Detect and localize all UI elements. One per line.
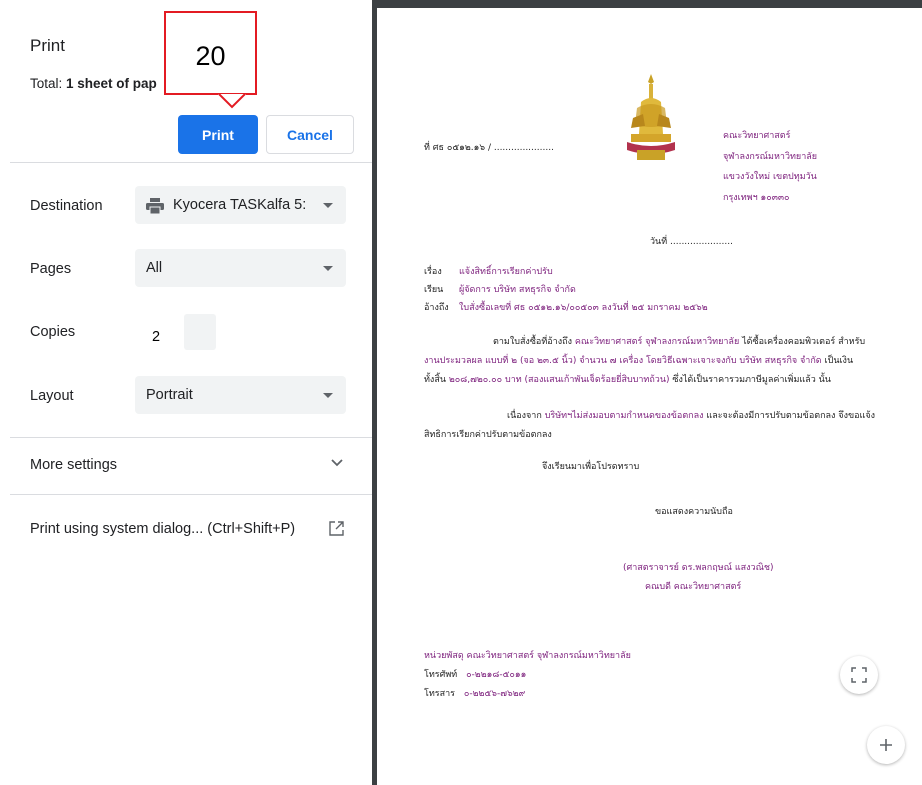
copies-input[interactable] (184, 314, 216, 350)
destination-value: Kyocera TASKalfa 5: (173, 197, 307, 213)
doc-para1-line3: ทั้งสิ้น ๒๐๘,๗๒๐.๐๐ บาท (สองแสนเก้าพันเจ… (424, 372, 831, 386)
destination-select[interactable]: Kyocera TASKalfa 5: (135, 186, 346, 224)
layout-select[interactable]: Portrait (135, 376, 346, 414)
doc-fax: โทรสาร ๐-๒๒๕๖-๗๖๒๙ (424, 686, 525, 700)
doc-signer-name: (ศาสตราจารย์ ดร.พลกฤษณ์ แสงวณิช) (623, 563, 774, 573)
pages-label: Pages (30, 261, 72, 277)
doc-to-label: เรียน (424, 285, 444, 295)
doc-text: เนื่องจาก (507, 411, 542, 421)
chevron-down-icon (331, 459, 343, 467)
doc-text: โทรสาร (424, 689, 455, 699)
doc-text: คณะวิทยาศาสตร์ จุฬาลงกรณ์มหาวิทยาลัย (574, 337, 740, 347)
doc-date: วันที่ ...................... (650, 237, 733, 247)
panel-title: Print (30, 36, 65, 55)
doc-text: ๐-๒๒๕๖-๗๖๒๙ (463, 689, 526, 699)
total-sheets: Total: 1 sheet of pap (30, 76, 157, 91)
cancel-button[interactable]: Cancel (266, 115, 354, 154)
divider (10, 494, 372, 495)
pages-select[interactable]: All (135, 249, 346, 287)
fit-to-page-button[interactable] (840, 656, 878, 694)
preview-border (372, 0, 922, 8)
doc-regards: ขอแสดงความนับถือ (655, 507, 733, 517)
doc-subject-label: เรื่อง (424, 267, 442, 277)
doc-ref-label: อ้างถึง (424, 303, 449, 313)
doc-subject: แจ้งสิทธิ์การเรียกค่าปรับ (459, 267, 553, 277)
system-dialog-link[interactable]: Print using system dialog... (Ctrl+Shift… (30, 521, 295, 537)
doc-text: โทรศัพท์ (424, 670, 458, 680)
more-settings-toggle[interactable]: More settings (0, 437, 372, 494)
annotation-number: 20 (195, 41, 226, 71)
divider (10, 162, 372, 163)
zoom-in-button[interactable] (867, 726, 905, 764)
doc-text: ตามใบสั่งซื้อที่อ้างถึง (493, 337, 572, 347)
open-external-icon (329, 521, 344, 536)
doc-to: ผู้จัดการ บริษัท สหธุรกิจ จำกัด (459, 285, 576, 295)
print-button[interactable]: Print (178, 115, 258, 154)
doc-org-line: คณะวิทยาศาสตร์ (723, 131, 791, 141)
more-settings-label: More settings (30, 457, 118, 473)
chevron-down-icon (323, 393, 333, 398)
chevron-down-icon (323, 266, 333, 271)
total-count: 1 sheet of pap (66, 76, 157, 91)
doc-text: ๒๐๘,๗๒๐.๐๐ บาท (สองแสนเก้าพันเจ็ดร้อยยี่… (448, 375, 670, 385)
plus-icon (880, 739, 892, 751)
printer-icon (146, 198, 164, 214)
doc-text: ซึ่งได้เป็นราคารวมภาษีมูลค่าเพิ่มแล้ว นั… (672, 375, 831, 385)
doc-text: งานประมวลผล แบบที่ ๒ (จอ ๒๓.๕ นิ้ว) จำนว… (424, 356, 822, 366)
doc-text: และจะต้องมีการปรับตามข้อตกลง จึงขอแจ้ง (706, 411, 875, 421)
callout-pointer (218, 94, 246, 109)
doc-org-line: แขวงวังใหม่ เขตปทุมวัน (723, 172, 817, 182)
layout-value: Portrait (146, 387, 193, 403)
doc-org-line: กรุงเทพฯ ๑๐๓๓๐ (723, 193, 790, 203)
pages-value: All (146, 260, 163, 276)
doc-org-line: จุฬาลงกรณ์มหาวิทยาลัย (723, 152, 818, 162)
doc-text: ทั้งสิ้น (424, 375, 446, 385)
fullscreen-icon (851, 667, 867, 683)
doc-signer-title: คณบดี คณะวิทยาศาสตร์ (645, 582, 742, 592)
university-emblem (627, 74, 675, 160)
doc-text: ได้ซื้อเครื่องคอมพิวเตอร์ สำหรับ (742, 337, 866, 347)
doc-footer-unit: หน่วยพัสดุ คณะวิทยาศาสตร์ จุฬาลงกรณ์มหาว… (424, 651, 631, 661)
total-prefix: Total: (30, 76, 67, 91)
copies-label: Copies (30, 324, 76, 340)
print-preview: ที่ ศธ ๐๕๑๒.๑๖ / ..................... ค… (372, 0, 922, 785)
doc-para2-line2: สิทธิการเรียกค่าปรับตามข้อตกลง (424, 430, 552, 440)
destination-label: Destination (30, 198, 103, 214)
doc-para2-line1: เนื่องจาก บริษัทฯไม่ส่งมอบตามกำหนดของข้อ… (507, 408, 875, 422)
doc-closing: จึงเรียนมาเพื่อโปรดทราบ (542, 462, 640, 472)
doc-ref: ใบสั่งซื้อเลขที่ ศธ ๐๕๑๒.๑๖/๐๐๕๐๓ ลงวันท… (459, 303, 708, 313)
doc-text: ๐-๒๒๑๘-๕๐๑๑ (466, 670, 527, 680)
doc-para1-line2: งานประมวลผล แบบที่ ๒ (จอ ๒๓.๕ นิ้ว) จำนว… (424, 353, 853, 367)
doc-para1-line1: ตามใบสั่งซื้อที่อ้างถึง คณะวิทยาศาสตร์ จ… (493, 334, 865, 348)
print-settings-panel: Print Total: 1 sheet of pap Print Cancel… (0, 0, 372, 785)
doc-text: เป็นเงิน (824, 356, 854, 366)
chevron-down-icon (323, 203, 333, 208)
copies-value: 2 (152, 329, 161, 345)
annotation-callout: 20 (164, 11, 257, 95)
doc-ref-number: ที่ ศธ ๐๕๑๒.๑๖ / ..................... (424, 143, 554, 153)
doc-phone: โทรศัพท์ ๐-๒๒๑๘-๕๐๑๑ (424, 667, 526, 681)
doc-text: บริษัทฯไม่ส่งมอบตามกำหนดของข้อตกลง (544, 411, 704, 421)
layout-label: Layout (30, 388, 74, 404)
